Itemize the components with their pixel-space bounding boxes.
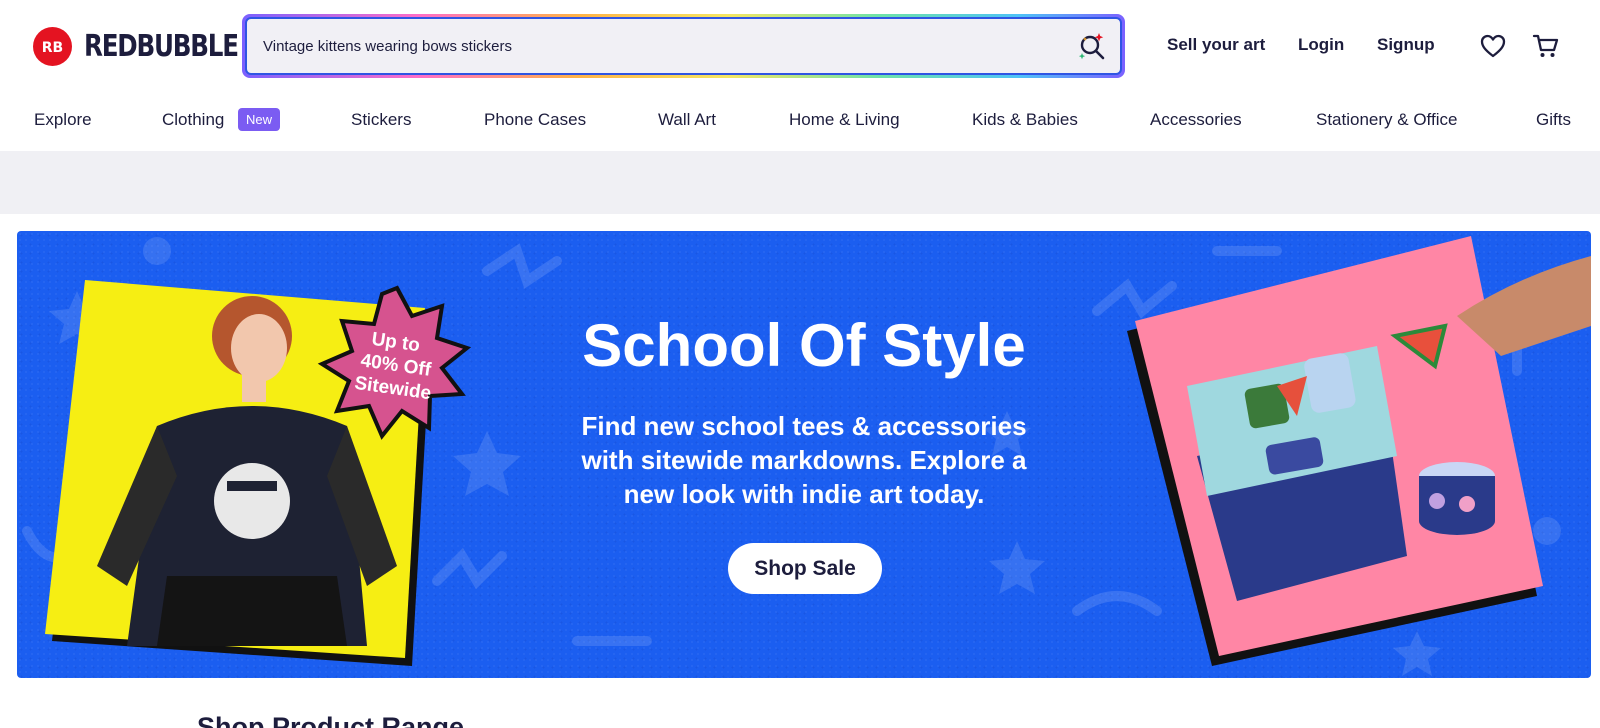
nav-item-explore[interactable]: Explore	[34, 110, 92, 130]
search-input[interactable]	[263, 19, 1043, 73]
nav-item-wall-art[interactable]: Wall Art	[658, 110, 716, 130]
search-field-frame	[245, 17, 1122, 75]
nav-item-phone-cases[interactable]: Phone Cases	[484, 110, 586, 130]
nav-item-home-living[interactable]: Home & Living	[789, 110, 900, 130]
login-link[interactable]: Login	[1298, 35, 1344, 55]
search-bar	[242, 14, 1125, 78]
nav-item-kids-babies[interactable]: Kids & Babies	[972, 110, 1078, 130]
category-nav: Explore Clothing New Stickers Phone Case…	[0, 100, 1600, 144]
signup-link[interactable]: Signup	[1377, 35, 1435, 55]
redbubble-logo-icon: RB	[33, 26, 72, 66]
redbubble-logo[interactable]: RB REDBUBBLE	[33, 26, 272, 66]
cart-icon[interactable]	[1532, 32, 1560, 60]
heart-icon[interactable]	[1479, 32, 1507, 60]
nav-item-gifts[interactable]: Gifts	[1536, 110, 1571, 130]
search-sparkle-icon[interactable]	[1076, 31, 1108, 63]
new-badge: New	[238, 108, 281, 131]
shop-product-range-heading: Shop Product Range	[197, 712, 465, 728]
shop-sale-button[interactable]: Shop Sale	[728, 543, 882, 594]
nav-item-accessories[interactable]: Accessories	[1150, 110, 1242, 130]
nav-item-stickers[interactable]: Stickers	[351, 110, 411, 130]
nav-item-clothing[interactable]: Clothing	[162, 110, 224, 130]
site-header: RB REDBUBBLE Sell your art Login Signup	[0, 0, 1600, 94]
hero-subtitle: Find new school tees & accessories with …	[581, 411, 1027, 509]
lunchbox-sticker-card	[1127, 236, 1591, 666]
promo-strip	[0, 151, 1600, 214]
svg-text:RB: RB	[42, 40, 63, 56]
nav-item-stationery-office[interactable]: Stationery & Office	[1316, 110, 1457, 130]
sell-your-art-link[interactable]: Sell your art	[1167, 35, 1265, 55]
brand-name: REDBUBBLE	[84, 28, 239, 64]
hero-banner[interactable]: Up to 40% Off Sitewide School Of Style F…	[17, 231, 1591, 678]
